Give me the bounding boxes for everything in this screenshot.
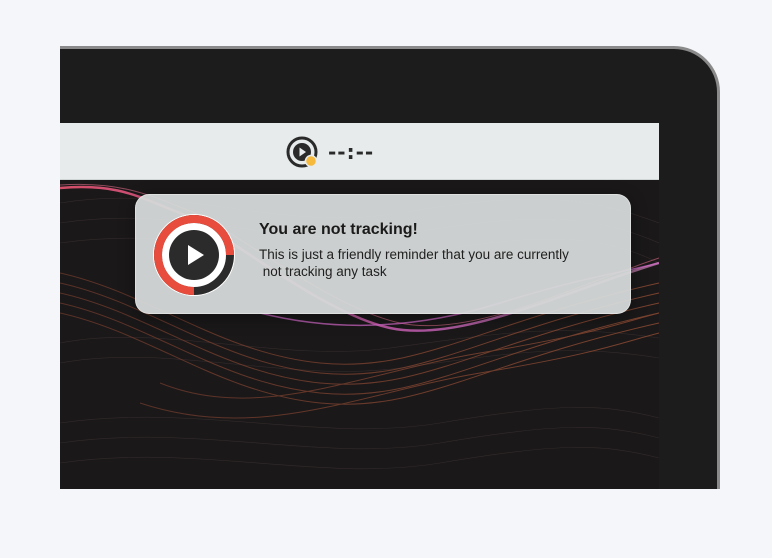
timer-display: --:-- (328, 140, 375, 164)
page: --:-- You are not tracking! This is just… (0, 0, 772, 558)
page-bottom (0, 489, 772, 558)
notification-banner[interactable]: You are not tracking! This is just a fri… (135, 194, 631, 314)
notification-body-line: not tracking any task (259, 264, 387, 279)
notification-title: You are not tracking! (259, 221, 418, 238)
notification-body: This is just a friendly reminder that yo… (259, 246, 609, 280)
status-dot (304, 154, 318, 168)
tray-timer-button[interactable]: --:-- (286, 136, 374, 168)
notification-body-line: This is just a friendly reminder that yo… (259, 247, 569, 262)
menu-bar: --:-- (60, 123, 659, 180)
play-button-icon (152, 213, 236, 297)
play-circle-icon (286, 136, 318, 168)
